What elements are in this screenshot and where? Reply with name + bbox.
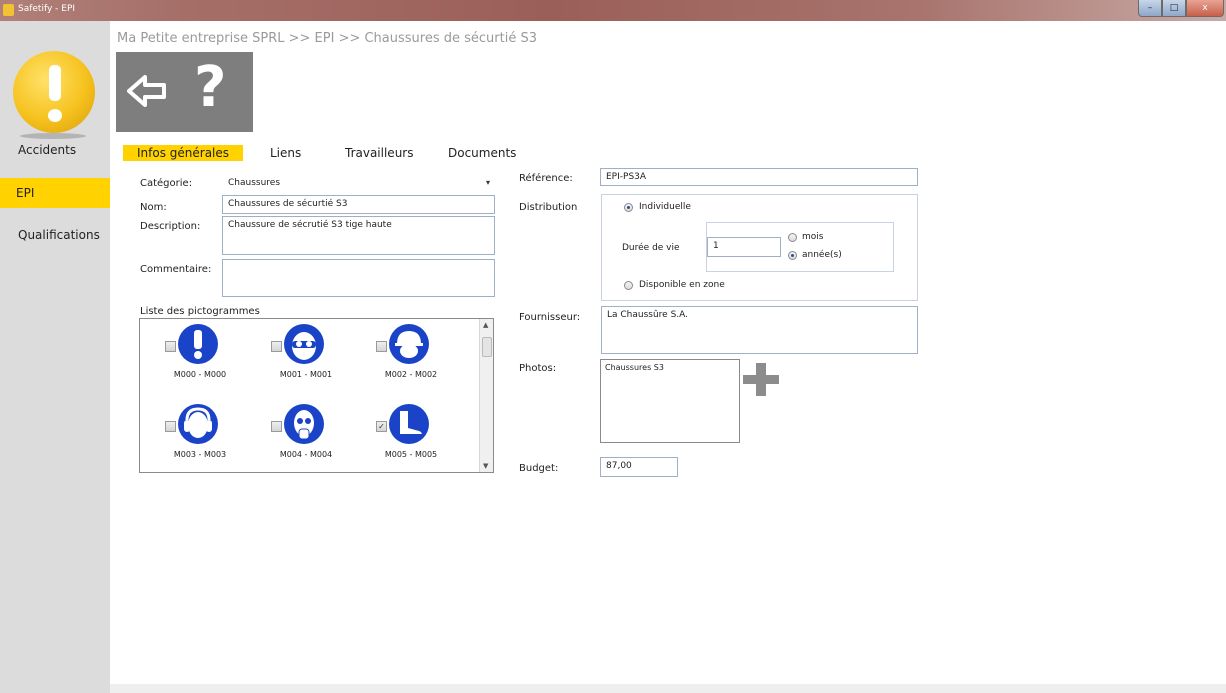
picto-code: M004 - M004 xyxy=(279,450,333,459)
photos-label: Photos: xyxy=(519,363,557,374)
sidebar-item-epi[interactable]: EPI xyxy=(0,178,110,208)
goggles-icon xyxy=(284,324,324,364)
nom-input[interactable]: Chaussures de sécurtié S3 xyxy=(222,195,495,214)
picto-checkbox[interactable] xyxy=(271,341,282,352)
tab-documents[interactable]: Documents xyxy=(448,146,516,160)
picto-checkbox[interactable] xyxy=(271,421,282,432)
window-controls: – □ x xyxy=(1138,0,1224,18)
scroll-thumb[interactable] xyxy=(482,337,492,357)
add-photo-icon[interactable] xyxy=(743,363,779,396)
fournisseur-label: Fournisseur: xyxy=(519,312,581,323)
exclamation-icon xyxy=(178,324,218,364)
logo-exclamation-bar xyxy=(49,65,61,101)
categorie-select[interactable]: Chaussures xyxy=(228,178,280,188)
list-item[interactable]: ✓ M005 - M005 xyxy=(375,404,470,464)
scroll-up-icon[interactable]: ▲ xyxy=(483,321,488,329)
fournisseur-input[interactable]: La Chaussûre S.A. xyxy=(601,306,918,354)
minimize-button[interactable]: – xyxy=(1138,0,1162,17)
logo-exclamation-dot xyxy=(48,109,62,122)
nom-label: Nom: xyxy=(140,202,167,213)
safety-boot-icon xyxy=(389,404,429,444)
commentaire-input[interactable] xyxy=(222,259,495,297)
tab-infos-generales[interactable]: Infos générales xyxy=(123,145,244,161)
pictos-label: Liste des pictogrammes xyxy=(140,306,260,317)
window-titlebar: Safetify - EPI – □ x xyxy=(0,0,1226,21)
tab-liens[interactable]: Liens xyxy=(270,146,301,160)
annees-label: année(s) xyxy=(802,250,842,260)
app-icon xyxy=(3,4,14,16)
annees-radio[interactable] xyxy=(788,251,797,260)
pictogram-list[interactable]: M000 - M000 M001 - M001 M002 - M002 M003… xyxy=(139,318,494,473)
sidebar: Accidents EPI Qualifications xyxy=(0,21,110,693)
list-item[interactable]: M000 - M000 xyxy=(164,324,259,384)
picto-code: M000 - M000 xyxy=(173,370,227,379)
picto-checkbox[interactable]: ✓ xyxy=(376,421,387,432)
distribution-label: Distribution xyxy=(519,202,578,213)
window-title: Safetify - EPI xyxy=(18,4,76,14)
back-arrow-icon[interactable] xyxy=(127,74,167,112)
help-icon[interactable]: ? xyxy=(194,60,226,116)
ear-protection-icon xyxy=(178,404,218,444)
picto-checkbox[interactable] xyxy=(376,341,387,352)
commentaire-label: Commentaire: xyxy=(140,264,212,275)
status-bar xyxy=(110,684,1226,693)
close-button[interactable]: x xyxy=(1186,0,1224,17)
individuelle-radio[interactable] xyxy=(624,203,633,212)
duree-label: Durée de vie xyxy=(622,243,680,253)
description-label: Description: xyxy=(140,221,201,232)
scroll-down-icon[interactable]: ▼ xyxy=(483,462,488,470)
budget-label: Budget: xyxy=(519,463,559,474)
description-input[interactable]: Chaussure de sécrutié S3 tige haute xyxy=(222,216,495,255)
mois-radio[interactable] xyxy=(788,233,797,242)
sidebar-item-qualifications[interactable]: Qualifications xyxy=(0,220,110,250)
individuelle-label: Individuelle xyxy=(639,202,691,212)
list-item[interactable]: M003 - M003 xyxy=(164,404,259,464)
helmet-icon xyxy=(389,324,429,364)
picto-checkbox[interactable] xyxy=(165,341,176,352)
duree-input[interactable]: 1 xyxy=(707,237,781,257)
maximize-button[interactable]: □ xyxy=(1162,0,1186,17)
mois-label: mois xyxy=(802,232,824,242)
sidebar-item-accidents[interactable]: Accidents xyxy=(0,135,110,165)
breadcrumb: Ma Petite entreprise SPRL >> EPI >> Chau… xyxy=(117,31,537,46)
reference-label: Référence: xyxy=(519,173,573,184)
toolbar: ? xyxy=(116,52,253,132)
respirator-icon xyxy=(284,404,324,444)
disponible-label: Disponible en zone xyxy=(639,280,725,290)
list-item[interactable]: M002 - M002 xyxy=(375,324,470,384)
picto-code: M001 - M001 xyxy=(279,370,333,379)
photos-list[interactable]: Chaussures S3 xyxy=(600,359,740,443)
picto-code: M003 - M003 xyxy=(173,450,227,459)
categorie-label: Catégorie: xyxy=(140,178,193,189)
picto-checkbox[interactable] xyxy=(165,421,176,432)
chevron-down-icon[interactable]: ▾ xyxy=(486,178,490,187)
budget-input[interactable]: 87,00 xyxy=(600,457,678,477)
tab-travailleurs[interactable]: Travailleurs xyxy=(345,146,413,160)
picto-code: M002 - M002 xyxy=(384,370,438,379)
pictogram-scrollbar[interactable]: ▲ ▼ xyxy=(479,319,493,472)
list-item[interactable]: M004 - M004 xyxy=(270,404,365,464)
safetify-logo xyxy=(13,51,95,133)
disponible-radio[interactable] xyxy=(624,281,633,290)
reference-input[interactable]: EPI-PS3A xyxy=(600,168,918,186)
list-item[interactable]: M001 - M001 xyxy=(270,324,365,384)
picto-code: M005 - M005 xyxy=(384,450,438,459)
